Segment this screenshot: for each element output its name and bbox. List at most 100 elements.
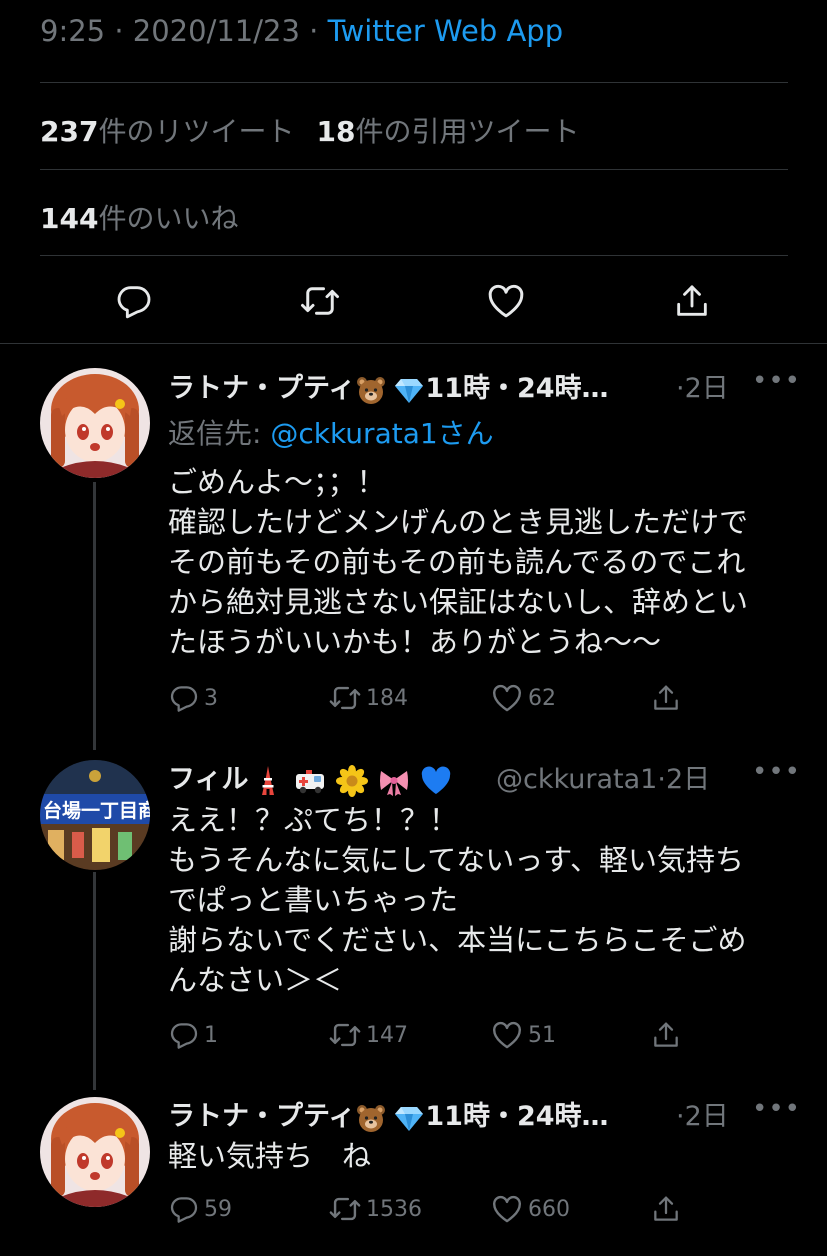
author-name-suffix: 11時・24時… (425, 373, 609, 404)
tweet-line: 軽い気持ち ね (168, 1139, 372, 1173)
likes-count: 144 (40, 202, 99, 235)
like-icon (490, 1192, 524, 1226)
author-handle: @ckkurata1 (496, 764, 658, 795)
tweet-source-link[interactable]: Twitter Web App (328, 14, 564, 48)
tweet-timestamp: 9:25 · 2020/11/23 · Twitter Web App (40, 14, 564, 48)
share-icon (672, 281, 712, 321)
tweet-time: 9:25 (40, 14, 106, 48)
retweet-icon (328, 1018, 362, 1052)
tweet-action-bar: 59 1536 660 (168, 1191, 768, 1227)
like-button[interactable]: 51 (490, 1017, 556, 1053)
like-button[interactable] (484, 275, 528, 327)
tweet-line: 謝らないでください、本当にこちらこそごめ (168, 923, 747, 957)
tower-icon (252, 765, 284, 797)
reply-button[interactable]: 1 (168, 1017, 218, 1053)
like-icon (490, 681, 524, 715)
quotes-count: 18 (316, 115, 356, 148)
tweet-date: 2020/11/23 (132, 14, 300, 48)
reply-to: 返信先: @ckkurata1さん (168, 417, 494, 450)
share-button[interactable] (650, 1017, 682, 1053)
gem-icon (393, 1102, 425, 1134)
avatar-image (40, 1097, 150, 1207)
quotes-label: 件の引用ツイート (355, 115, 580, 148)
more-icon[interactable]: ••• (752, 1094, 801, 1124)
divider (40, 255, 788, 256)
like-icon (490, 1018, 524, 1052)
reply-to-handle-link[interactable]: @ckkurata1さん (270, 417, 493, 450)
quotes-stat[interactable]: 18件の引用ツイート (316, 115, 579, 148)
retweet-button[interactable]: 184 (328, 680, 408, 716)
tweet-line: ええ！？ぷてち！？！ (168, 803, 459, 837)
retweet-button[interactable] (298, 275, 342, 327)
ribbon-icon (378, 765, 410, 797)
retweets-stat[interactable]: 237件のリツイート (40, 115, 294, 148)
retweet-icon (328, 681, 362, 715)
gem-icon (393, 374, 425, 406)
tweet-handle-and-age[interactable]: @ckkurata1·2日 (496, 757, 710, 796)
ambulance-icon (294, 765, 326, 797)
retweet-quote-stats: 237件のリツイート 18件の引用ツイート (40, 110, 579, 150)
avatar[interactable] (40, 1097, 150, 1207)
tweet-line: たほうがいいかも！ありがとうね〜〜 (168, 625, 662, 659)
avatar[interactable] (40, 368, 150, 478)
divider (40, 82, 788, 83)
share-icon (650, 1019, 682, 1051)
author-name-text: フィル (168, 764, 249, 795)
reply-icon (168, 1193, 200, 1225)
divider (40, 169, 788, 170)
tweet-line: 確認したけどメンげんのとき見逃しただけで (168, 505, 749, 539)
avatar-image (40, 760, 150, 870)
retweets-count: 237 (40, 115, 99, 148)
tweet-author-name[interactable]: フィル (168, 757, 452, 797)
share-button[interactable] (670, 275, 714, 327)
tweet-line: もうそんなに気にしてないっす、軽い気持ち (168, 843, 744, 877)
reply-icon (114, 281, 154, 321)
reply-icon (168, 1019, 200, 1051)
reply-button[interactable]: 3 (168, 680, 218, 716)
more-icon[interactable]: ••• (752, 757, 801, 787)
main-tweet-action-bar (0, 275, 827, 327)
bear-icon (355, 374, 387, 406)
bear-icon (355, 1102, 387, 1134)
author-name-suffix: 11時・24時… (425, 1101, 609, 1132)
likes-stat[interactable]: 144件のいいね (40, 197, 238, 237)
share-icon (650, 682, 682, 714)
tweet-age: 2日 (665, 764, 711, 795)
avatar[interactable] (40, 760, 150, 870)
author-name-text: ラトナ・プティ (168, 373, 356, 404)
thread-connector (93, 482, 96, 750)
retweet-icon (299, 280, 341, 322)
like-button[interactable]: 660 (490, 1191, 570, 1227)
like-icon (485, 280, 527, 322)
tweet-line: でぱっと書いちゃった (168, 883, 459, 917)
tweet-line: ごめんよ〜；；！ (168, 465, 386, 499)
tweet-text: ええ！？ぷてち！？！ もうそんなに気にしてないっす、軽い気持ち でぱっと書いちゃ… (168, 800, 778, 1000)
sunflower-icon (336, 765, 368, 797)
divider (0, 343, 827, 344)
tweet-author-name[interactable]: ラトナ・プティ 11時・24時… (168, 1094, 609, 1134)
reply-button[interactable] (112, 275, 156, 327)
blue-heart-icon (420, 765, 452, 797)
share-icon (650, 1193, 682, 1225)
tweet-line: その前もその前もその前も読んでるのでこれ (168, 545, 746, 579)
tweet-text: 軽い気持ち ね (168, 1136, 778, 1176)
tweet-age[interactable]: ·2日 (676, 366, 729, 405)
retweets-label: 件のリツイート (98, 115, 295, 148)
tweet-author-name[interactable]: ラトナ・プティ 11時・24時… (168, 366, 609, 406)
tweet-line: から絶対見逃さない保証はないし、辞めとい (168, 585, 749, 619)
reply-icon (168, 682, 200, 714)
like-button[interactable]: 62 (490, 680, 556, 716)
retweet-button[interactable]: 1536 (328, 1191, 422, 1227)
tweet-line: んなさい＞＜ (168, 963, 343, 997)
share-button[interactable] (650, 680, 682, 716)
reply-button[interactable]: 59 (168, 1191, 232, 1227)
more-icon[interactable]: ••• (752, 366, 801, 396)
thread-connector (93, 872, 96, 1090)
avatar-image (40, 368, 150, 478)
retweet-icon (328, 1192, 362, 1226)
tweet-age[interactable]: ·2日 (676, 1094, 729, 1133)
share-button[interactable] (650, 1191, 682, 1227)
likes-label: 件のいいね (98, 202, 239, 235)
retweet-button[interactable]: 147 (328, 1017, 408, 1053)
tweet-action-bar: 3 184 62 (168, 680, 768, 716)
